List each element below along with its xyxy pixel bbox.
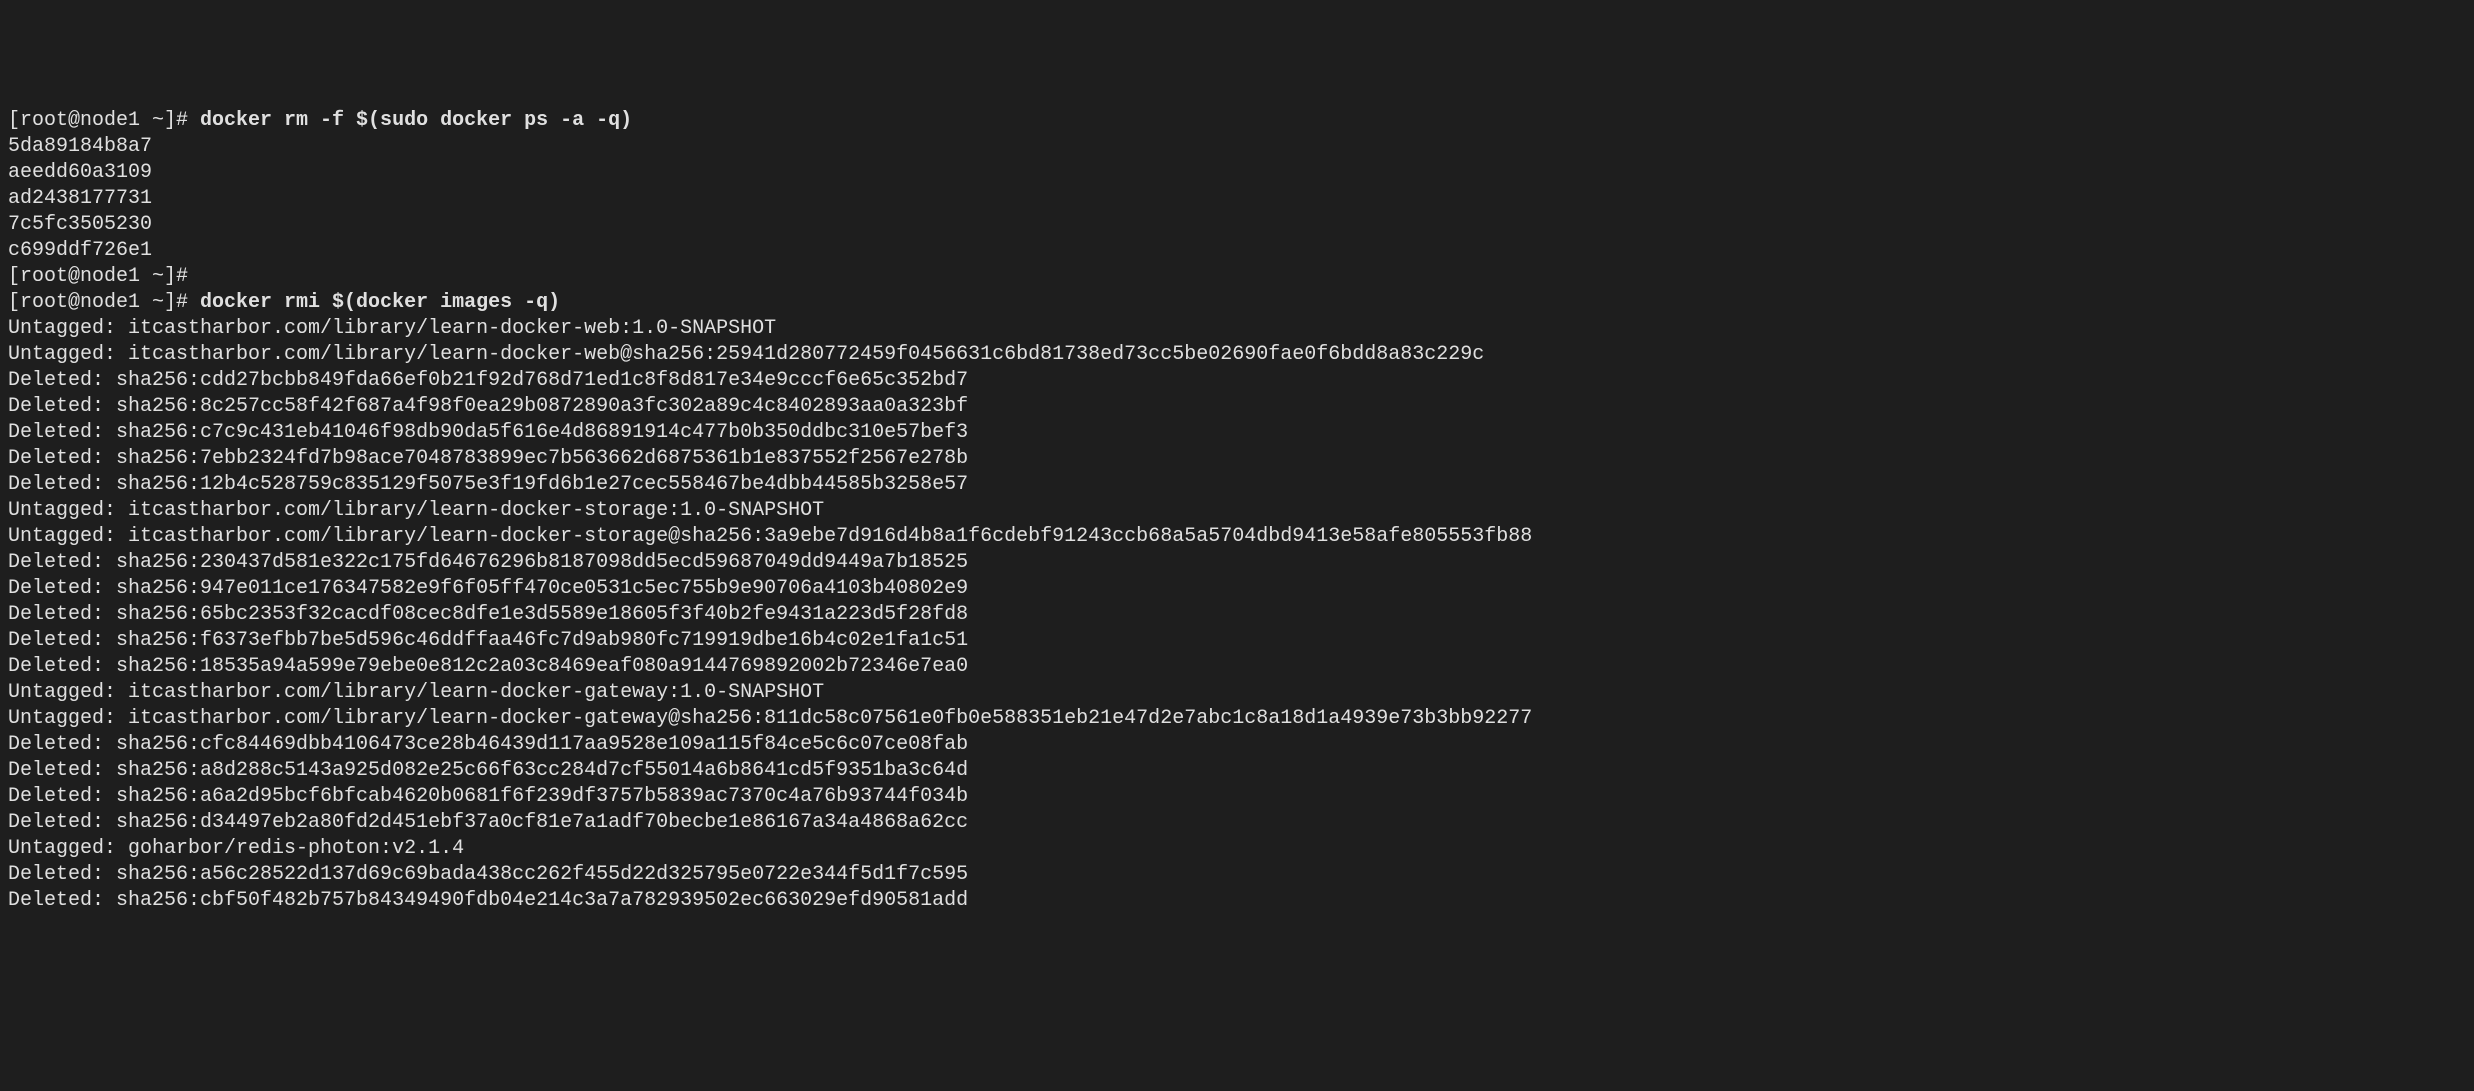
- terminal-line: Deleted: sha256:230437d581e322c175fd6467…: [8, 550, 2466, 576]
- terminal-line: 5da89184b8a7: [8, 134, 2466, 160]
- output-text: ad2438177731: [8, 187, 152, 210]
- terminal-line: Deleted: sha256:a8d288c5143a925d082e25c6…: [8, 758, 2466, 784]
- terminal-line: Untagged: itcastharbor.com/library/learn…: [8, 680, 2466, 706]
- output-text: Deleted: sha256:d34497eb2a80fd2d451ebf37…: [8, 811, 968, 834]
- terminal-line: Deleted: sha256:8c257cc58f42f687a4f98f0e…: [8, 394, 2466, 420]
- terminal-line: Untagged: itcastharbor.com/library/learn…: [8, 706, 2466, 732]
- terminal-line: Deleted: sha256:a56c28522d137d69c69bada4…: [8, 862, 2466, 888]
- terminal-line: Untagged: itcastharbor.com/library/learn…: [8, 316, 2466, 342]
- output-text: Deleted: sha256:c7c9c431eb41046f98db90da…: [8, 421, 968, 444]
- output-text: Deleted: sha256:8c257cc58f42f687a4f98f0e…: [8, 395, 968, 418]
- output-text: Deleted: sha256:a56c28522d137d69c69bada4…: [8, 863, 968, 886]
- terminal-line: Untagged: itcastharbor.com/library/learn…: [8, 342, 2466, 368]
- output-text: Deleted: sha256:cbf50f482b757b84349490fd…: [8, 889, 968, 912]
- terminal-line: Deleted: sha256:f6373efbb7be5d596c46ddff…: [8, 628, 2466, 654]
- terminal-line: c699ddf726e1: [8, 238, 2466, 264]
- shell-command: docker rmi $(docker images -q): [200, 291, 560, 314]
- output-text: Deleted: sha256:65bc2353f32cacdf08cec8df…: [8, 603, 968, 626]
- terminal-line: aeedd60a3109: [8, 160, 2466, 186]
- output-text: Deleted: sha256:a6a2d95bcf6bfcab4620b068…: [8, 785, 968, 808]
- output-text: Untagged: itcastharbor.com/library/learn…: [8, 525, 1532, 548]
- terminal-line: Deleted: sha256:cfc84469dbb4106473ce28b4…: [8, 732, 2466, 758]
- output-text: Deleted: sha256:12b4c528759c835129f5075e…: [8, 473, 968, 496]
- output-text: Deleted: sha256:cdd27bcbb849fda66ef0b21f…: [8, 369, 968, 392]
- terminal-line: Deleted: sha256:7ebb2324fd7b98ace7048783…: [8, 446, 2466, 472]
- terminal-line: Deleted: sha256:65bc2353f32cacdf08cec8df…: [8, 602, 2466, 628]
- output-text: Untagged: itcastharbor.com/library/learn…: [8, 317, 776, 340]
- terminal-line: [root@node1 ~]# docker rmi $(docker imag…: [8, 290, 2466, 316]
- shell-prompt: [root@node1 ~]#: [8, 109, 200, 132]
- terminal-line: Deleted: sha256:18535a94a599e79ebe0e812c…: [8, 654, 2466, 680]
- terminal-output: [root@node1 ~]# docker rm -f $(sudo dock…: [8, 108, 2466, 914]
- shell-prompt: [root@node1 ~]#: [8, 291, 200, 314]
- output-text: Deleted: sha256:230437d581e322c175fd6467…: [8, 551, 968, 574]
- output-text: Deleted: sha256:18535a94a599e79ebe0e812c…: [8, 655, 968, 678]
- output-text: Untagged: itcastharbor.com/library/learn…: [8, 499, 824, 522]
- output-text: Untagged: itcastharbor.com/library/learn…: [8, 707, 1532, 730]
- output-text: aeedd60a3109: [8, 161, 152, 184]
- terminal-line: Deleted: sha256:12b4c528759c835129f5075e…: [8, 472, 2466, 498]
- output-text: Deleted: sha256:a8d288c5143a925d082e25c6…: [8, 759, 968, 782]
- output-text: 7c5fc3505230: [8, 213, 152, 236]
- output-text: 5da89184b8a7: [8, 135, 152, 158]
- output-text: Deleted: sha256:7ebb2324fd7b98ace7048783…: [8, 447, 968, 470]
- terminal-line: ad2438177731: [8, 186, 2466, 212]
- output-text: Deleted: sha256:947e011ce176347582e9f6f0…: [8, 577, 968, 600]
- terminal-line: Deleted: sha256:d34497eb2a80fd2d451ebf37…: [8, 810, 2466, 836]
- shell-prompt: [root@node1 ~]#: [8, 265, 200, 288]
- terminal-line: Untagged: itcastharbor.com/library/learn…: [8, 498, 2466, 524]
- terminal-line: Untagged: goharbor/redis-photon:v2.1.4: [8, 836, 2466, 862]
- shell-command: docker rm -f $(sudo docker ps -a -q): [200, 109, 632, 132]
- terminal-line: [root@node1 ~]# docker rm -f $(sudo dock…: [8, 108, 2466, 134]
- output-text: Untagged: goharbor/redis-photon:v2.1.4: [8, 837, 464, 860]
- terminal-line: Deleted: sha256:a6a2d95bcf6bfcab4620b068…: [8, 784, 2466, 810]
- output-text: c699ddf726e1: [8, 239, 152, 262]
- output-text: Deleted: sha256:cfc84469dbb4106473ce28b4…: [8, 733, 968, 756]
- terminal-line: [root@node1 ~]#: [8, 264, 2466, 290]
- terminal-line: Untagged: itcastharbor.com/library/learn…: [8, 524, 2466, 550]
- output-text: Untagged: itcastharbor.com/library/learn…: [8, 343, 1484, 366]
- terminal-line: Deleted: sha256:c7c9c431eb41046f98db90da…: [8, 420, 2466, 446]
- output-text: Deleted: sha256:f6373efbb7be5d596c46ddff…: [8, 629, 968, 652]
- terminal-line: 7c5fc3505230: [8, 212, 2466, 238]
- terminal-line: Deleted: sha256:947e011ce176347582e9f6f0…: [8, 576, 2466, 602]
- terminal-line: Deleted: sha256:cbf50f482b757b84349490fd…: [8, 888, 2466, 914]
- output-text: Untagged: itcastharbor.com/library/learn…: [8, 681, 824, 704]
- terminal-line: Deleted: sha256:cdd27bcbb849fda66ef0b21f…: [8, 368, 2466, 394]
